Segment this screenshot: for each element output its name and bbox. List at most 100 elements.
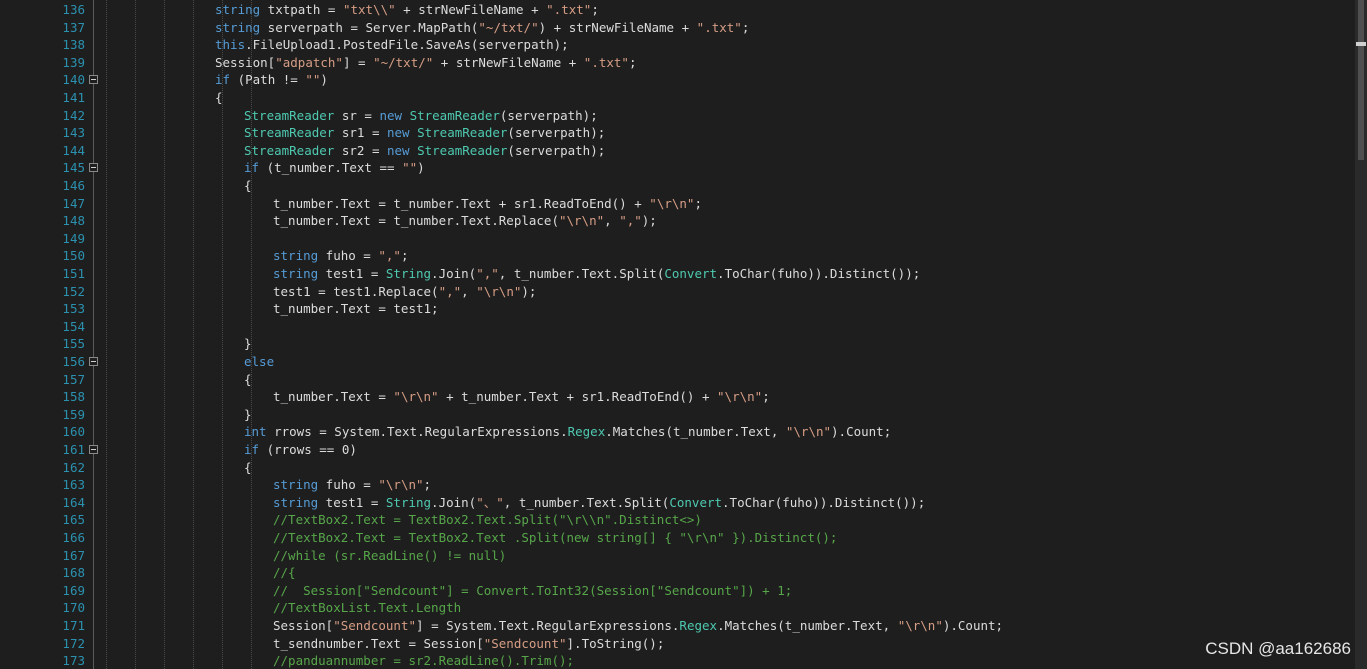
code-token: "Sendcount" [483, 635, 567, 651]
code-line[interactable]: } [244, 406, 252, 424]
collapse-toggle-icon[interactable] [89, 163, 98, 173]
code-token: "\r\n" [393, 389, 439, 405]
code-line[interactable]: int rrows = System.Text.RegularExpressio… [244, 423, 891, 441]
line-number: 159 [62, 406, 85, 422]
code-line[interactable]: string serverpath = Server.MapPath("~/tx… [215, 19, 749, 37]
code-line[interactable]: Session["Sendcount"] = System.Text.Regul… [273, 617, 1003, 635]
code-token: .Join( [431, 266, 477, 281]
code-line[interactable]: this.FileUpload1.PostedFile.SaveAs(serve… [215, 36, 569, 54]
code-token: String [385, 494, 432, 510]
code-token: new [387, 125, 410, 141]
code-token: , t_number.Text.Split( [503, 494, 670, 510]
code-line[interactable]: t_sendnumber.Text = Session["Sendcount"]… [273, 635, 664, 653]
code-token: StreamReader [244, 142, 335, 158]
code-line[interactable]: //while (sr.ReadLine() != null) [273, 547, 506, 565]
code-token: } [244, 336, 252, 352]
collapse-toggle-icon[interactable] [89, 445, 98, 454]
code-token: "\r\n" [378, 477, 424, 493]
code-token: String [385, 266, 432, 281]
code-token: Session[ [273, 618, 334, 633]
code-token: "Sendcount" [333, 618, 417, 633]
code-token: fuho = [318, 248, 379, 264]
code-line[interactable]: else [244, 353, 274, 371]
code-line[interactable]: string fuho = ","; [273, 247, 408, 265]
line-number: 169 [62, 582, 85, 598]
code-line[interactable]: StreamReader sr2 = new StreamReader(serv… [244, 142, 605, 160]
vertical-scrollbar[interactable] [1355, 0, 1367, 669]
code-line[interactable]: Session["adpatch"] = "~/txt/" + strNewFi… [215, 54, 636, 72]
collapse-toggle-icon[interactable] [89, 75, 98, 85]
indent-guide [135, 0, 136, 669]
code-token: ; [628, 54, 637, 70]
code-line[interactable]: t_number.Text = "\r\n" + t_number.Text +… [273, 388, 770, 406]
code-token: int [244, 424, 267, 440]
code-token: t_number.Text = [273, 389, 394, 405]
code-token: "\r\n" [717, 389, 763, 405]
line-number: 156 [62, 354, 85, 369]
outline-fold-line [93, 0, 94, 669]
code-token: if [215, 72, 231, 88]
code-line[interactable]: // Session["Sendcount"] = Convert.ToInt3… [273, 582, 792, 600]
code-token: sr2 = [334, 142, 387, 158]
scrollbar-thumb[interactable] [1358, 0, 1364, 160]
code-line[interactable]: { [244, 177, 252, 195]
watermark-text: CSDN @aa162686 [1205, 639, 1351, 658]
code-line[interactable]: { [244, 459, 252, 477]
code-line[interactable]: } [244, 335, 252, 353]
line-number: 153 [62, 301, 85, 317]
code-token: Convert [669, 494, 723, 510]
code-line[interactable]: test1 = test1.Replace(",", "\r\n"); [273, 283, 536, 301]
code-line[interactable]: if (Path != "") [215, 71, 328, 89]
line-number: 148 [62, 213, 85, 229]
code-token: "\r\n" [897, 618, 943, 633]
code-token: test1 = test1.Replace( [273, 283, 439, 299]
code-line[interactable]: //TextBox2.Text = TextBox2.Text.Split("\… [273, 511, 702, 529]
code-line[interactable]: t_number.Text = t_number.Text.Replace("\… [273, 212, 657, 230]
code-token: ".txt" [696, 19, 742, 35]
code-line[interactable]: //TextBoxList.Text.Length [273, 599, 461, 617]
code-line[interactable]: { [215, 89, 223, 107]
code-line[interactable]: string test1 = String.Join("、", t_number… [273, 494, 925, 512]
line-number: 136 [62, 2, 85, 17]
code-line[interactable]: //panduannumber = sr2.ReadLine().Trim(); [273, 652, 574, 669]
code-line[interactable]: string txtpath = "txt\\" + strNewFileNam… [215, 1, 599, 19]
code-text-area[interactable]: string txtpath = "txt\\" + strNewFileNam… [100, 0, 1355, 669]
code-token: t_number.Text = test1; [273, 301, 439, 317]
code-line[interactable]: if (t_number.Text == "") [244, 159, 425, 177]
code-token: StreamReader [409, 107, 500, 123]
code-line[interactable]: StreamReader sr = new StreamReader(serve… [244, 107, 598, 125]
code-token: string [215, 19, 261, 35]
code-line[interactable]: { [244, 371, 252, 389]
code-token: ".txt" [546, 2, 592, 17]
code-token: "," [378, 248, 401, 264]
code-token: new [387, 142, 410, 158]
code-token: , t_number.Text.Split( [498, 266, 665, 281]
collapse-toggle-icon[interactable] [89, 357, 98, 366]
code-line[interactable]: t_number.Text = t_number.Text + sr1.Read… [273, 195, 702, 213]
line-number-gutter: 136 137 138 139 140 141 142 143 144 145 146 147 148 1… [24, 0, 100, 669]
code-token: + strNewFileName + [433, 54, 584, 70]
code-line[interactable]: if (rrows == 0) [244, 441, 357, 459]
code-editor[interactable]: 136 137 138 139 140 141 142 143 144 145 146 147 148 1… [0, 0, 1367, 669]
code-line[interactable]: string fuho = "\r\n"; [273, 476, 431, 494]
code-token: ] = System.Text.RegularExpressions. [416, 618, 680, 633]
code-token: string [215, 2, 261, 17]
indent-guide [193, 0, 194, 669]
code-line[interactable]: //{ [273, 564, 296, 582]
code-token: ; [741, 19, 750, 35]
code-token: "" [402, 160, 418, 176]
code-token: "\r\n" [649, 195, 695, 211]
code-token: (Path != [230, 72, 306, 88]
code-line[interactable]: StreamReader sr1 = new StreamReader(serv… [244, 124, 605, 142]
code-token: "," [619, 213, 642, 229]
line-number: 140 [62, 72, 85, 88]
code-token: sr1 = [334, 125, 387, 141]
line-number: 139 [62, 54, 85, 70]
line-number: 170 [62, 600, 85, 616]
scrollbar-caret-marker [1356, 42, 1366, 46]
code-token: { [215, 90, 223, 105]
code-line[interactable]: t_number.Text = test1; [273, 300, 439, 318]
code-line[interactable]: string test1 = String.Join(",", t_number… [273, 265, 920, 283]
code-line[interactable]: //TextBox2.Text = TextBox2.Text .Split(n… [273, 529, 837, 547]
code-token: //TextBoxList.Text.Length [273, 600, 462, 616]
